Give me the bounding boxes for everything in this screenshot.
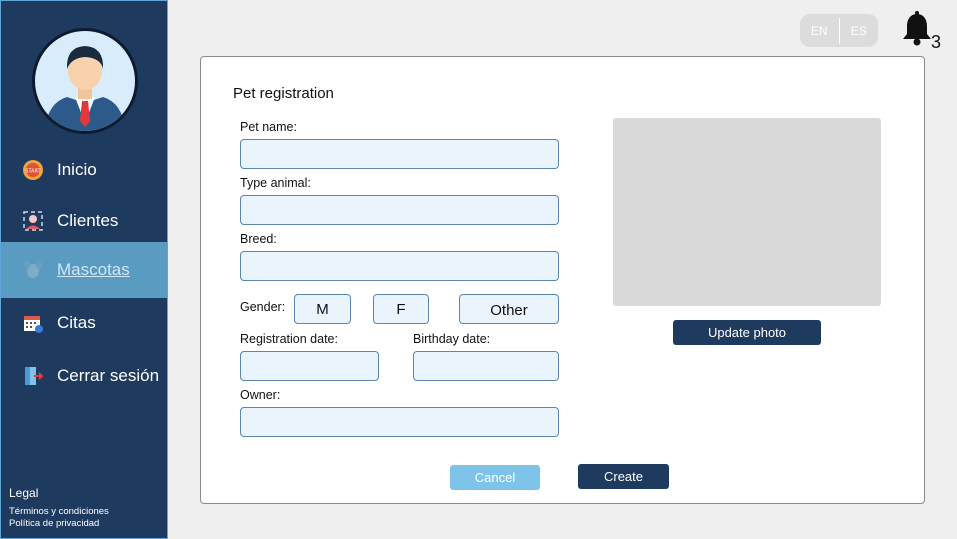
birthday-date-label: Birthday date: [413, 332, 491, 346]
type-animal-label: Type animal: [240, 176, 311, 190]
registration-date-label: Registration date: [240, 332, 338, 346]
legal-heading: Legal [9, 486, 39, 500]
notifications-count: 3 [931, 32, 942, 52]
sidebar-item-label: Cerrar sesión [57, 366, 160, 385]
pet-name-label: Pet name: [240, 120, 297, 134]
cancel-button[interactable]: Cancel [450, 465, 540, 490]
user-avatar[interactable] [32, 28, 138, 134]
breed-label: Breed: [240, 232, 277, 246]
pet-photo-placeholder [613, 118, 881, 306]
breed-input[interactable] [240, 251, 559, 281]
sidebar-item-label: Inicio [57, 160, 97, 179]
pet-registration-card: Pet registration Pet name: Type animal: … [200, 56, 925, 504]
terms-link[interactable]: Términos y condiciones [9, 506, 109, 517]
gender-label: Gender: [240, 300, 286, 314]
language-es-button[interactable]: ES [840, 24, 879, 38]
sidebar-item-mascotas[interactable]: Mascotas [1, 242, 167, 298]
sidebar: START Inicio Clientes Mascotas Citas Cer… [0, 0, 168, 539]
owner-label: Owner: [240, 388, 281, 402]
svg-text:START: START [25, 169, 41, 175]
sidebar-item-citas[interactable]: Citas [1, 296, 167, 350]
calendar-icon [21, 311, 45, 335]
update-photo-button[interactable]: Update photo [673, 320, 821, 345]
owner-input[interactable] [240, 407, 559, 437]
type-animal-input[interactable] [240, 195, 559, 225]
sidebar-item-cerrar-sesion[interactable]: Cerrar sesión [1, 349, 167, 403]
start-badge-icon: START [21, 158, 45, 182]
gender-m-button[interactable]: M [294, 294, 351, 324]
privacy-link[interactable]: Política de privacidad [9, 518, 99, 529]
businessman-avatar-icon [45, 46, 125, 131]
gender-f-button[interactable]: F [373, 294, 429, 324]
pet-icon [21, 258, 45, 282]
notifications-bell-icon[interactable] [901, 11, 933, 47]
birthday-date-input[interactable] [413, 351, 559, 381]
language-en-button[interactable]: EN [800, 24, 839, 38]
logout-icon [21, 364, 45, 388]
sidebar-item-inicio[interactable]: START Inicio [1, 143, 167, 197]
pet-name-input[interactable] [240, 139, 559, 169]
gender-other-button[interactable]: Other [459, 294, 559, 324]
sidebar-item-label: Citas [57, 313, 96, 332]
registration-date-input[interactable] [240, 351, 379, 381]
create-button[interactable]: Create [578, 464, 669, 489]
sidebar-item-label: Clientes [57, 211, 119, 230]
language-switcher: EN ES [800, 14, 878, 47]
sidebar-item-clientes[interactable]: Clientes [1, 194, 167, 248]
form-title: Pet registration [233, 85, 334, 102]
sidebar-item-label: Mascotas [57, 260, 130, 279]
clients-icon [21, 209, 45, 233]
